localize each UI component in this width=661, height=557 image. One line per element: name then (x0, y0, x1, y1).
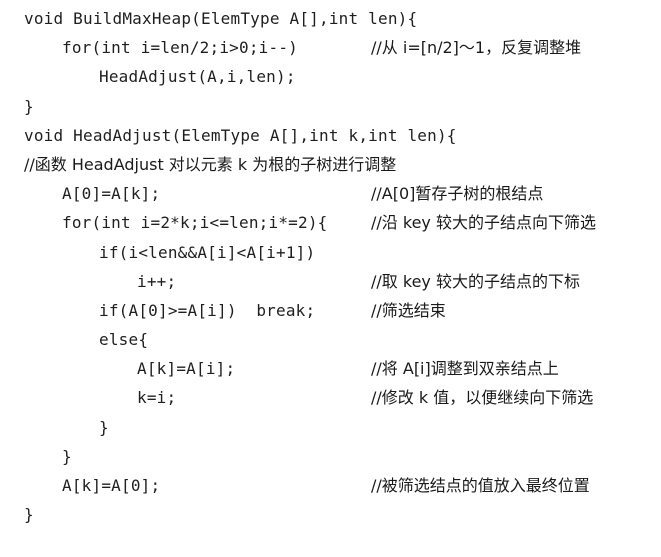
code-line: void BuildMaxHeap(ElemType A[],int len){ (0, 4, 661, 33)
code-line: HeadAdjust(A,i,len); (0, 62, 661, 91)
code-comment: //筛选结束 (371, 301, 446, 320)
code-text: i++; (137, 272, 177, 291)
code-text: k=i; (137, 388, 177, 407)
code-line: for(int i=2*k;i<=len;i*=2){ //沿 key 较大的子… (0, 208, 661, 237)
code-text: } (24, 505, 34, 524)
code-text: A[0]=A[k]; (62, 184, 161, 203)
code-comment: //取 key 较大的子结点的下标 (371, 272, 580, 291)
code-line: } (0, 92, 661, 121)
code-line: if(i<len&&A[i]<A[i+1]) (0, 238, 661, 267)
code-comment: //函数 HeadAdjust 对以元素 k 为根的子树进行调整 (24, 155, 397, 174)
code-comment: //修改 k 值，以便继续向下筛选 (371, 388, 594, 407)
code-comment: //从 i=[n/2]～1，反复调整堆 (371, 38, 582, 57)
code-line: } (0, 500, 661, 529)
code-text: } (99, 418, 109, 437)
code-text: void BuildMaxHeap(ElemType A[],int len){ (24, 9, 418, 28)
code-text: A[k]=A[0]; (62, 476, 161, 495)
code-line: A[k]=A[0]; //被筛选结点的值放入最终位置 (0, 471, 661, 500)
code-line: A[k]=A[i]; //将 A[i]调整到双亲结点上 (0, 354, 661, 383)
code-text: void HeadAdjust(ElemType A[],int k,int l… (24, 126, 457, 145)
code-listing: void BuildMaxHeap(ElemType A[],int len){… (0, 0, 661, 527)
code-comment: //A[0]暂存子树的根结点 (371, 184, 544, 203)
code-line: //函数 HeadAdjust 对以元素 k 为根的子树进行调整 (0, 150, 661, 179)
code-line: void HeadAdjust(ElemType A[],int k,int l… (0, 121, 661, 150)
code-text: for(int i=2*k;i<=len;i*=2){ (62, 213, 328, 232)
code-text: for(int i=len/2;i>0;i--) (62, 38, 298, 57)
code-line: i++; //取 key 较大的子结点的下标 (0, 267, 661, 296)
code-line: else{ (0, 325, 661, 354)
code-text: } (62, 447, 72, 466)
code-comment: //沿 key 较大的子结点向下筛选 (371, 213, 596, 232)
code-text: if(i<len&&A[i]<A[i+1]) (99, 243, 316, 262)
code-text: A[k]=A[i]; (137, 359, 236, 378)
code-line: A[0]=A[k]; //A[0]暂存子树的根结点 (0, 179, 661, 208)
code-comment: //将 A[i]调整到双亲结点上 (371, 359, 559, 378)
code-line: if(A[0]>=A[i]) break; //筛选结束 (0, 296, 661, 325)
code-comment: //被筛选结点的值放入最终位置 (371, 476, 590, 495)
code-line: } (0, 413, 661, 442)
code-line: } (0, 442, 661, 471)
code-text: } (24, 97, 34, 116)
code-text: else{ (99, 330, 149, 349)
code-line: for(int i=len/2;i>0;i--) //从 i=[n/2]～1，反… (0, 33, 661, 62)
code-line: k=i; //修改 k 值，以便继续向下筛选 (0, 383, 661, 412)
code-text: HeadAdjust(A,i,len); (99, 67, 296, 86)
code-text: if(A[0]>=A[i]) break; (99, 301, 316, 320)
